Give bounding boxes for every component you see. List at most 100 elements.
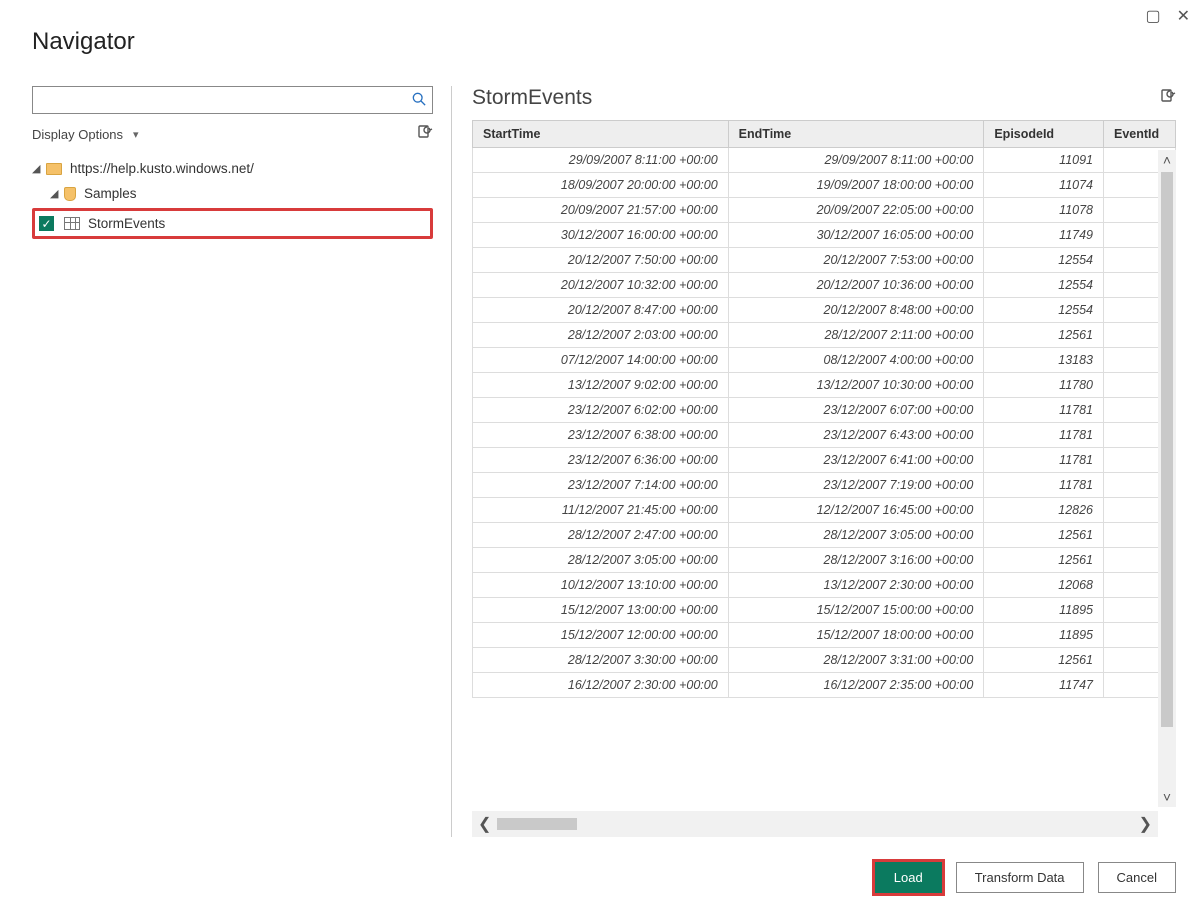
table-cell: 29/09/2007 8:11:00 +00:00 (473, 148, 729, 173)
table-row[interactable]: 11/12/2007 21:45:00 +00:0012/12/2007 16:… (473, 498, 1176, 523)
tree-database-label: Samples (84, 186, 137, 201)
vertical-scrollbar[interactable]: ˄ ˅ (1158, 150, 1176, 807)
table-cell: 12561 (984, 648, 1104, 673)
table-cell: 12068 (984, 573, 1104, 598)
table-cell: 23/12/2007 6:02:00 +00:00 (473, 398, 729, 423)
column-header[interactable]: EpisodeId (984, 121, 1104, 148)
table-cell: 11749 (984, 223, 1104, 248)
column-header[interactable]: EndTime (728, 121, 984, 148)
horizontal-scrollbar[interactable]: ❮ ❯ (472, 811, 1158, 837)
table-row[interactable]: 15/12/2007 13:00:00 +00:0015/12/2007 15:… (473, 598, 1176, 623)
table-cell: 11747 (984, 673, 1104, 698)
preview-refresh-icon[interactable] (1160, 88, 1176, 108)
table-row[interactable]: 07/12/2007 14:00:00 +00:0008/12/2007 4:0… (473, 348, 1176, 373)
search-box[interactable] (32, 86, 433, 114)
table-row[interactable]: 28/12/2007 3:30:00 +00:0028/12/2007 3:31… (473, 648, 1176, 673)
navigator-pane: Display Options ◢ https://help.kusto.win… (32, 86, 452, 837)
table-cell: 11078 (984, 198, 1104, 223)
table-cell: 23/12/2007 6:43:00 +00:00 (728, 423, 984, 448)
table-cell: 23/12/2007 6:07:00 +00:00 (728, 398, 984, 423)
tree-table-node[interactable]: ✓ StormEvents (32, 208, 433, 239)
table-cell: 11074 (984, 173, 1104, 198)
table-row[interactable]: 15/12/2007 12:00:00 +00:0015/12/2007 18:… (473, 623, 1176, 648)
scroll-left-icon[interactable]: ❮ (472, 814, 497, 834)
table-row[interactable]: 29/09/2007 8:11:00 +00:0029/09/2007 8:11… (473, 148, 1176, 173)
table-row[interactable]: 16/12/2007 2:30:00 +00:0016/12/2007 2:35… (473, 673, 1176, 698)
table-row[interactable]: 13/12/2007 9:02:00 +00:0013/12/2007 10:3… (473, 373, 1176, 398)
table-cell: 15/12/2007 18:00:00 +00:00 (728, 623, 984, 648)
table-cell: 11/12/2007 21:45:00 +00:00 (473, 498, 729, 523)
table-cell: 20/09/2007 22:05:00 +00:00 (728, 198, 984, 223)
table-row[interactable]: 28/12/2007 2:03:00 +00:0028/12/2007 2:11… (473, 323, 1176, 348)
table-row[interactable]: 30/12/2007 16:00:00 +00:0030/12/2007 16:… (473, 223, 1176, 248)
table-cell: 20/12/2007 7:53:00 +00:00 (728, 248, 984, 273)
folder-icon (46, 163, 62, 175)
maximize-icon[interactable]: ▢ (1145, 6, 1160, 26)
tree-root-label: https://help.kusto.windows.net/ (70, 161, 254, 176)
cancel-button[interactable]: Cancel (1098, 862, 1176, 893)
scroll-up-icon[interactable]: ˄ (1163, 150, 1171, 170)
table-cell: 12561 (984, 523, 1104, 548)
column-header[interactable]: EventId (1104, 121, 1176, 148)
table-cell: 28/12/2007 2:47:00 +00:00 (473, 523, 729, 548)
scroll-down-icon[interactable]: ˅ (1163, 787, 1171, 807)
table-row[interactable]: 23/12/2007 7:14:00 +00:0023/12/2007 7:19… (473, 473, 1176, 498)
table-row[interactable]: 20/12/2007 10:32:00 +00:0020/12/2007 10:… (473, 273, 1176, 298)
table-row[interactable]: 23/12/2007 6:38:00 +00:0023/12/2007 6:43… (473, 423, 1176, 448)
table-cell: 18/09/2007 20:00:00 +00:00 (473, 173, 729, 198)
search-icon[interactable] (412, 92, 426, 109)
checkbox-checked-icon[interactable]: ✓ (39, 216, 54, 231)
table-cell: 23/12/2007 6:38:00 +00:00 (473, 423, 729, 448)
table-row[interactable]: 20/09/2007 21:57:00 +00:0020/09/2007 22:… (473, 198, 1176, 223)
table-cell: 10/12/2007 13:10:00 +00:00 (473, 573, 729, 598)
table-cell: 20/12/2007 10:36:00 +00:00 (728, 273, 984, 298)
load-button[interactable]: Load (875, 862, 942, 893)
table-cell: 15/12/2007 15:00:00 +00:00 (728, 598, 984, 623)
table-cell: 13/12/2007 2:30:00 +00:00 (728, 573, 984, 598)
expand-toggle-icon[interactable]: ◢ (50, 187, 64, 200)
table-cell: 30/12/2007 16:05:00 +00:00 (728, 223, 984, 248)
table-cell: 08/12/2007 4:00:00 +00:00 (728, 348, 984, 373)
column-header[interactable]: StartTime (473, 121, 729, 148)
tree-database-node[interactable]: ◢ Samples (32, 181, 433, 206)
tree-root-node[interactable]: ◢ https://help.kusto.windows.net/ (32, 156, 433, 181)
transform-data-button[interactable]: Transform Data (956, 862, 1084, 893)
table-header-row: StartTime EndTime EpisodeId EventId (473, 121, 1176, 148)
table-cell: 12554 (984, 248, 1104, 273)
table-cell: 12554 (984, 273, 1104, 298)
table-cell: 28/12/2007 3:31:00 +00:00 (728, 648, 984, 673)
table-row[interactable]: 20/12/2007 7:50:00 +00:0020/12/2007 7:53… (473, 248, 1176, 273)
table-cell: 11781 (984, 448, 1104, 473)
scroll-thumb[interactable] (1161, 172, 1173, 727)
table-row[interactable]: 10/12/2007 13:10:00 +00:0013/12/2007 2:3… (473, 573, 1176, 598)
table-cell: 16/12/2007 2:35:00 +00:00 (728, 673, 984, 698)
table-row[interactable]: 28/12/2007 3:05:00 +00:0028/12/2007 3:16… (473, 548, 1176, 573)
table-cell: 12561 (984, 323, 1104, 348)
table-row[interactable]: 23/12/2007 6:36:00 +00:0023/12/2007 6:41… (473, 448, 1176, 473)
refresh-icon[interactable] (417, 124, 433, 144)
table-cell: 28/12/2007 3:30:00 +00:00 (473, 648, 729, 673)
scroll-thumb[interactable] (497, 818, 577, 830)
table-cell: 29/09/2007 8:11:00 +00:00 (728, 148, 984, 173)
table-cell: 13/12/2007 10:30:00 +00:00 (728, 373, 984, 398)
page-title: Navigator (32, 28, 135, 56)
table-row[interactable]: 23/12/2007 6:02:00 +00:0023/12/2007 6:07… (473, 398, 1176, 423)
table-cell: 13/12/2007 9:02:00 +00:00 (473, 373, 729, 398)
table-row[interactable]: 20/12/2007 8:47:00 +00:0020/12/2007 8:48… (473, 298, 1176, 323)
table-cell: 28/12/2007 2:11:00 +00:00 (728, 323, 984, 348)
display-options-dropdown[interactable]: Display Options (32, 127, 139, 142)
table-cell: 20/12/2007 10:32:00 +00:00 (473, 273, 729, 298)
table-row[interactable]: 18/09/2007 20:00:00 +00:0019/09/2007 18:… (473, 173, 1176, 198)
table-row[interactable]: 28/12/2007 2:47:00 +00:0028/12/2007 3:05… (473, 523, 1176, 548)
scroll-right-icon[interactable]: ❯ (1133, 814, 1158, 834)
expand-toggle-icon[interactable]: ◢ (32, 162, 46, 175)
table-cell: 28/12/2007 2:03:00 +00:00 (473, 323, 729, 348)
table-cell: 11781 (984, 423, 1104, 448)
close-icon[interactable]: ✕ (1177, 6, 1190, 26)
search-input[interactable] (39, 92, 412, 109)
table-cell: 13183 (984, 348, 1104, 373)
table-cell: 23/12/2007 7:14:00 +00:00 (473, 473, 729, 498)
table-cell: 20/12/2007 8:47:00 +00:00 (473, 298, 729, 323)
table-cell: 28/12/2007 3:05:00 +00:00 (473, 548, 729, 573)
navigator-tree: ◢ https://help.kusto.windows.net/ ◢ Samp… (32, 156, 433, 239)
